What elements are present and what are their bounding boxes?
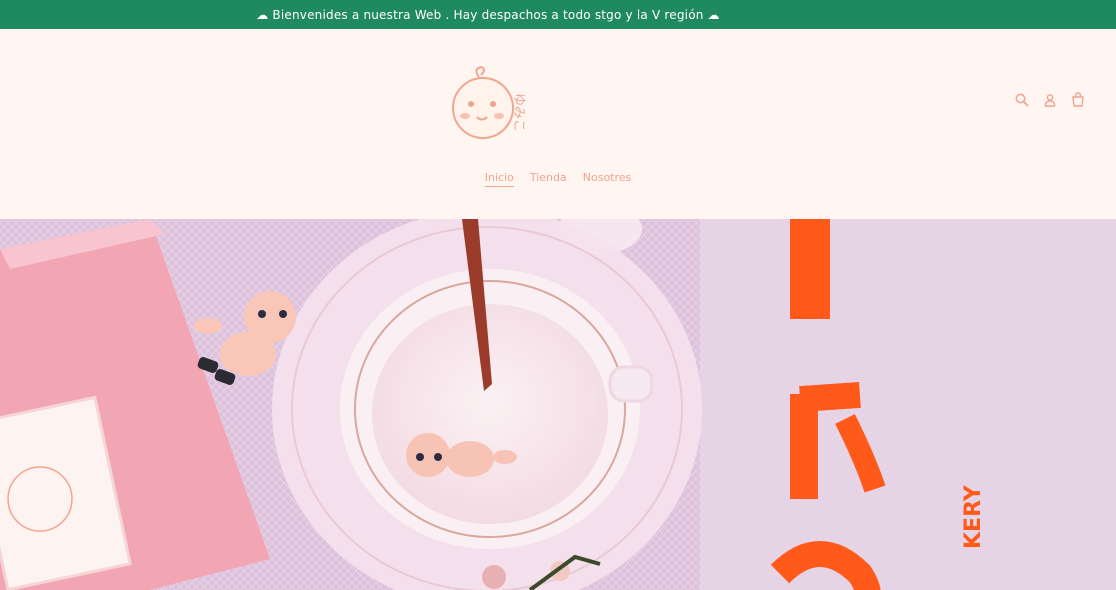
header-icons [1014, 92, 1086, 108]
hero-side-text: KERY [961, 484, 986, 549]
nav-item-nosotres[interactable]: Nosotres [583, 171, 632, 187]
cart-icon[interactable] [1070, 92, 1086, 108]
hero-image: KERY [0, 219, 1116, 590]
site-header: ゆみこ Inicio Tienda Nosotres [0, 29, 1116, 219]
main-nav: Inicio Tienda Nosotres [0, 171, 1116, 187]
announcement-text: ☁ Bienvenides a nuestra Web . Hay despac… [256, 7, 720, 22]
nav-item-inicio[interactable]: Inicio [484, 171, 514, 187]
brand-logo[interactable]: ゆみこ [443, 51, 543, 151]
search-icon[interactable] [1014, 92, 1030, 108]
logo-text: ゆみこ [511, 93, 526, 132]
nav-item-tienda[interactable]: Tienda [530, 171, 567, 187]
announcement-bar: ☁ Bienvenides a nuestra Web . Hay despac… [0, 0, 1116, 29]
account-icon[interactable] [1042, 92, 1058, 108]
